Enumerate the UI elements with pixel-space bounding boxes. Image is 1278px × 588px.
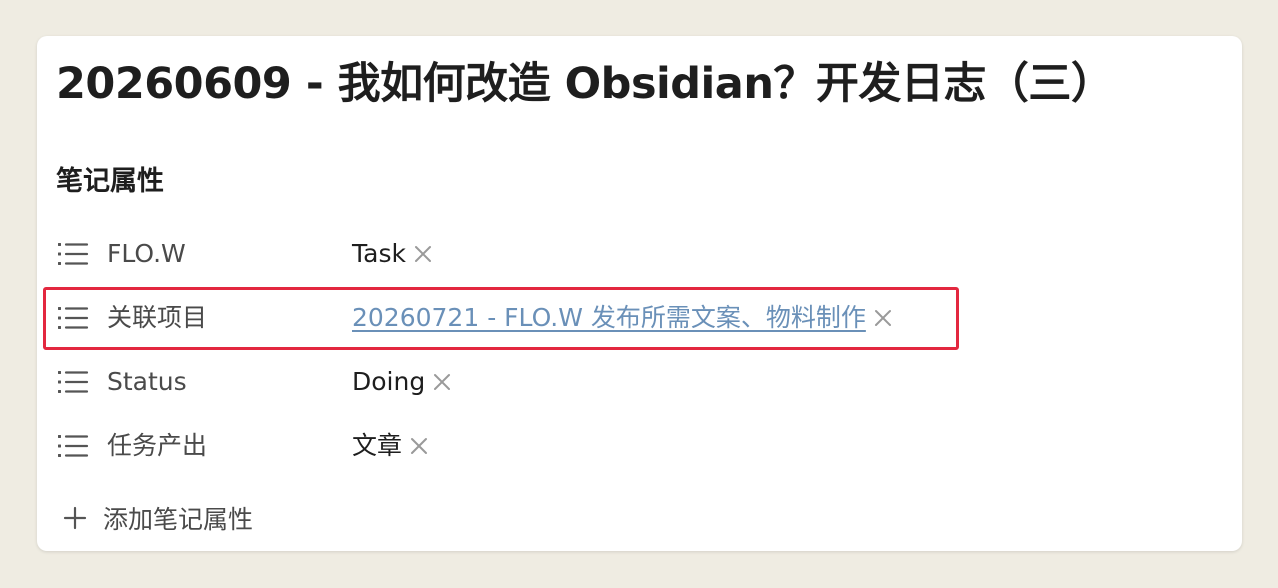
close-icon[interactable] (874, 309, 892, 327)
property-row-flow: FLO.W Task (37, 226, 977, 282)
list-icon[interactable] (56, 303, 90, 333)
property-key[interactable]: 关联项目 (107, 290, 207, 346)
property-value-text[interactable]: Doing (352, 354, 425, 410)
property-key[interactable]: Status (107, 354, 187, 410)
property-key[interactable]: 任务产出 (107, 418, 207, 474)
property-row-status: Status Doing (37, 354, 977, 410)
property-value[interactable]: 文章 (352, 418, 428, 474)
property-value-link[interactable]: 20260721 - FLO.W 发布所需文案、物料制作 (352, 290, 866, 346)
list-icon[interactable] (56, 431, 90, 461)
property-row-task-output: 任务产出 文章 (37, 418, 977, 474)
plus-icon (63, 506, 87, 530)
property-row-related-project: 关联项目 20260721 - FLO.W 发布所需文案、物料制作 (37, 290, 977, 346)
properties-heading: 笔记属性 (56, 166, 164, 197)
property-value[interactable]: Doing (352, 354, 451, 410)
property-value-text[interactable]: 文章 (352, 418, 402, 474)
property-value[interactable]: Task (352, 226, 432, 282)
close-icon[interactable] (410, 437, 428, 455)
list-icon[interactable] (56, 239, 90, 269)
property-key[interactable]: FLO.W (107, 226, 186, 282)
note-properties-card: 20260609 - 我如何改造 Obsidian？开发日志（三） 笔记属性 F… (37, 36, 1242, 551)
property-value[interactable]: 20260721 - FLO.W 发布所需文案、物料制作 (352, 290, 892, 346)
add-property-button[interactable]: 添加笔记属性 (63, 498, 253, 538)
note-title[interactable]: 20260609 - 我如何改造 Obsidian？开发日志（三） (56, 56, 1114, 112)
close-icon[interactable] (433, 373, 451, 391)
property-value-text[interactable]: Task (352, 226, 406, 282)
list-icon[interactable] (56, 367, 90, 397)
close-icon[interactable] (414, 245, 432, 263)
add-property-label: 添加笔记属性 (103, 505, 254, 534)
